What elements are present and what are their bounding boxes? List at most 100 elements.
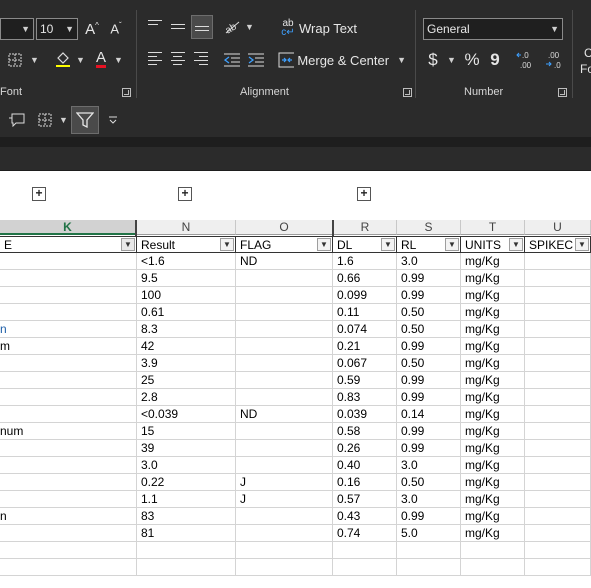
table-cell[interactable] <box>0 253 137 270</box>
table-cell[interactable]: 3.0 <box>137 457 236 474</box>
table-cell[interactable]: n <box>0 321 137 338</box>
align-center-button[interactable] <box>168 49 188 71</box>
table-cell[interactable]: 0.21 <box>333 338 397 355</box>
table-cell[interactable]: 42 <box>137 338 236 355</box>
table-cell[interactable] <box>525 525 591 542</box>
empty-cell[interactable] <box>461 542 525 559</box>
table-cell[interactable] <box>0 372 137 389</box>
table-cell[interactable]: mg/Kg <box>461 508 525 525</box>
table-cell[interactable]: 3.0 <box>397 253 461 270</box>
empty-cell[interactable] <box>397 559 461 576</box>
header-cell[interactable]: SPIKEC ▼ <box>525 236 591 253</box>
font-size-dropdown[interactable]: 10 ▼ <box>36 18 78 40</box>
alignment-dialog-launcher-icon[interactable] <box>403 88 412 97</box>
table-cell[interactable]: 3.0 <box>397 457 461 474</box>
table-cell[interactable] <box>236 508 333 525</box>
wrap-text-button[interactable]: ab c↵ Wrap Text <box>280 17 360 39</box>
fill-color-button[interactable] <box>52 48 74 70</box>
table-cell[interactable] <box>0 457 137 474</box>
table-cell[interactable]: 0.66 <box>333 270 397 287</box>
table-cell[interactable] <box>236 372 333 389</box>
table-cell[interactable] <box>0 440 137 457</box>
conditional-formatting-partial-label[interactable]: C <box>584 46 591 60</box>
table-cell[interactable] <box>525 457 591 474</box>
table-cell[interactable]: 2.8 <box>137 389 236 406</box>
filter-toggle-button[interactable] <box>71 106 99 134</box>
font-name-dropdown[interactable]: ▼ <box>0 18 34 40</box>
table-cell[interactable]: mg/Kg <box>461 321 525 338</box>
decrease-decimal-button[interactable]: .00.0 <box>543 49 567 71</box>
table-cell[interactable]: 8.3 <box>137 321 236 338</box>
table-cell[interactable]: ND <box>236 253 333 270</box>
table-cell[interactable]: 0.99 <box>397 508 461 525</box>
table-cell[interactable]: 0.067 <box>333 355 397 372</box>
comma-style-button[interactable]: 9 <box>486 49 504 71</box>
table-cell[interactable] <box>525 491 591 508</box>
column-header-n[interactable]: N <box>137 220 236 235</box>
table-cell[interactable]: mg/Kg <box>461 423 525 440</box>
table-cell[interactable] <box>236 389 333 406</box>
table-cell[interactable] <box>236 321 333 338</box>
table-cell[interactable] <box>525 321 591 338</box>
table-cell[interactable] <box>525 338 591 355</box>
table-cell[interactable]: mg/Kg <box>461 304 525 321</box>
table-cell[interactable]: 3.0 <box>397 491 461 508</box>
table-cell[interactable]: mg/Kg <box>461 491 525 508</box>
chevron-down-icon[interactable]: ▼ <box>30 55 39 65</box>
orientation-button[interactable]: ab <box>222 15 242 37</box>
table-cell[interactable] <box>0 491 137 508</box>
table-cell[interactable]: J <box>236 491 333 508</box>
header-cell[interactable]: RL ▼ <box>397 236 461 253</box>
font-dialog-launcher-icon[interactable] <box>122 88 131 97</box>
table-cell[interactable] <box>236 525 333 542</box>
table-cell[interactable]: m <box>0 338 137 355</box>
header-cell[interactable]: Result ▼ <box>137 236 236 253</box>
table-cell[interactable]: 1.6 <box>333 253 397 270</box>
table-cell[interactable]: 25 <box>137 372 236 389</box>
table-cell[interactable] <box>236 440 333 457</box>
merge-center-button[interactable]: Merge & Center ▼ <box>278 49 406 71</box>
table-cell[interactable]: mg/Kg <box>461 338 525 355</box>
table-cell[interactable]: 0.50 <box>397 321 461 338</box>
table-cell[interactable] <box>236 304 333 321</box>
table-cell[interactable]: 0.61 <box>137 304 236 321</box>
customize-toolbar-button[interactable] <box>106 112 120 128</box>
table-cell[interactable]: J <box>236 474 333 491</box>
table-cell[interactable]: mg/Kg <box>461 253 525 270</box>
empty-cell[interactable] <box>397 542 461 559</box>
table-cell[interactable] <box>236 457 333 474</box>
table-cell[interactable]: 0.074 <box>333 321 397 338</box>
table-cell[interactable]: mg/Kg <box>461 406 525 423</box>
table-cell[interactable] <box>236 423 333 440</box>
header-cell[interactable]: UNITS ▼ <box>461 236 525 253</box>
table-cell[interactable] <box>0 304 137 321</box>
grow-font-button[interactable]: A^ <box>82 18 102 40</box>
table-cell[interactable]: <0.039 <box>137 406 236 423</box>
table-cell[interactable]: 39 <box>137 440 236 457</box>
header-cell[interactable]: FLAG ▼ <box>236 236 333 253</box>
formula-bar[interactable] <box>0 147 591 171</box>
table-cell[interactable]: 100 <box>137 287 236 304</box>
table-cell[interactable]: 0.99 <box>397 389 461 406</box>
table-cell[interactable]: 0.039 <box>333 406 397 423</box>
filter-dropdown-icon[interactable]: ▼ <box>381 238 395 251</box>
table-cell[interactable]: 0.50 <box>397 355 461 372</box>
filter-dropdown-icon[interactable]: ▼ <box>575 238 589 251</box>
empty-cell[interactable] <box>333 559 397 576</box>
number-dialog-launcher-icon[interactable] <box>558 88 567 97</box>
conditional-formatting-partial-label-2[interactable]: Fo <box>580 62 591 76</box>
column-header-t[interactable]: T <box>461 220 525 235</box>
table-cell[interactable]: mg/Kg <box>461 457 525 474</box>
table-cell[interactable] <box>525 253 591 270</box>
borders-quick-button[interactable] <box>34 110 56 130</box>
table-cell[interactable]: num <box>0 423 137 440</box>
table-cell[interactable]: mg/Kg <box>461 474 525 491</box>
table-cell[interactable] <box>236 355 333 372</box>
table-cell[interactable]: 81 <box>137 525 236 542</box>
header-cell[interactable]: E ▼ <box>0 236 137 253</box>
borders-button[interactable] <box>4 50 26 70</box>
table-cell[interactable] <box>0 287 137 304</box>
table-cell[interactable]: 0.59 <box>333 372 397 389</box>
table-cell[interactable] <box>236 338 333 355</box>
table-cell[interactable]: n <box>0 508 137 525</box>
